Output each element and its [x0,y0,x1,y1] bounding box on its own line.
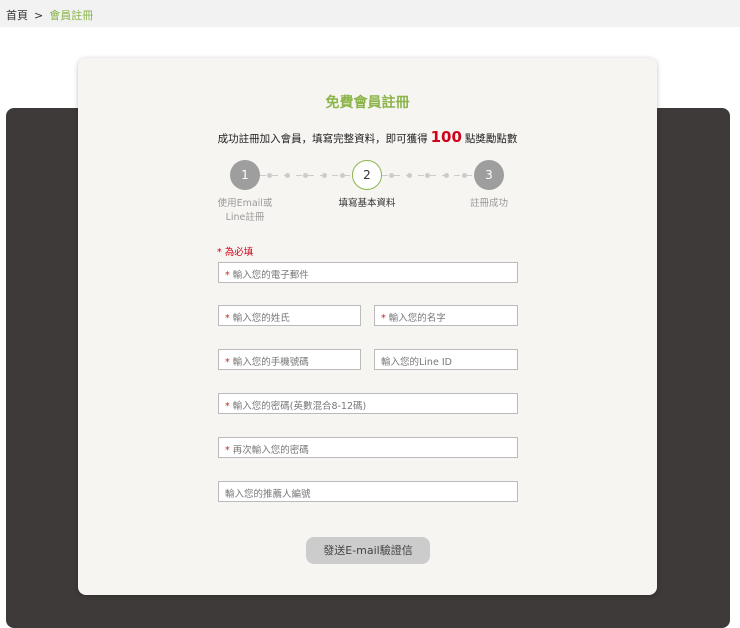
step-2-circle: 2 [352,160,382,190]
first-name-field[interactable]: * 輸入您的名字 [374,305,518,326]
referrer-placeholder: 輸入您的推薦人編號 [225,489,311,500]
required-star: * [225,313,230,324]
step-3-circle: 3 [474,160,504,190]
reward-text-end: 點獎勵點數 [464,133,518,145]
required-star: * [225,270,230,281]
line-id-field[interactable]: 輸入您的Line ID [374,349,518,370]
send-verification-email-button[interactable]: 發送E-mail驗證信 [306,537,430,564]
required-note: * 為必填 [217,247,254,258]
required-star: * [381,313,386,324]
step-3-label: 註冊成功 [469,198,508,209]
phone-field[interactable]: * 輸入您的手機號碼 [218,349,361,370]
referrer-field[interactable]: 輸入您的推薦人編號 [218,481,518,502]
last-name-placeholder: 輸入您的姓氏 [232,313,290,324]
reward-text: 成功註冊加入會員，填寫完整資料，即可獲得 [217,133,428,145]
required-star: * [225,401,230,412]
step-1-label: 使用Email或Line註冊 [217,198,273,223]
step-2-label: 填寫基本資料 [338,198,396,209]
page-title: 免費會員註冊 [325,95,410,111]
line-id-placeholder: 輸入您的Line ID [381,357,452,368]
breadcrumb: 首頁 > 會員註冊 [0,0,740,27]
step-connector-line [260,175,352,176]
email-field[interactable]: * 輸入您的電子郵件 [218,262,518,283]
last-name-field[interactable]: * 輸入您的姓氏 [218,305,361,326]
required-star: * [225,445,230,456]
password-confirm-field[interactable]: * 再次輸入您的密碼 [218,437,518,458]
first-name-placeholder: 輸入您的名字 [388,313,446,324]
reward-points: 100 [430,128,462,146]
phone-placeholder: 輸入您的手機號碼 [232,357,309,368]
registration-card: 免費會員註冊 成功註冊加入會員，填寫完整資料，即可獲得 100 點獎勵點數 1 2 … [78,58,657,595]
password-placeholder: 輸入您的密碼(英數混合8-12碼) [232,401,367,412]
required-star: * [225,357,230,368]
step-1-circle: 1 [230,160,260,190]
step-connector-line [382,175,474,176]
email-placeholder: 輸入您的電子郵件 [232,270,309,281]
password-field[interactable]: * 輸入您的密碼(英數混合8-12碼) [218,393,518,414]
breadcrumb-separator: > [34,9,44,22]
breadcrumb-home[interactable]: 首頁 [6,9,28,22]
reward-message: 成功註冊加入會員，填寫完整資料，即可獲得 100 點獎勵點數 [78,128,657,146]
breadcrumb-current: 會員註冊 [49,9,94,22]
password-confirm-placeholder: 再次輸入您的密碼 [232,445,309,456]
